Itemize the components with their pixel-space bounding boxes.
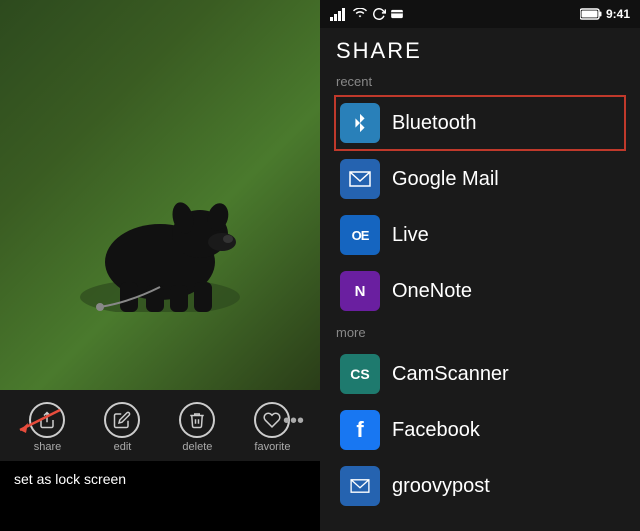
bluetooth-item[interactable]: Bluetooth (334, 95, 626, 151)
delete-label: delete (182, 441, 212, 453)
card-icon (390, 7, 404, 21)
facebook-label: Facebook (392, 419, 480, 442)
googlemail-icon (340, 159, 380, 199)
edit-label: edit (114, 441, 132, 453)
signal-icon (330, 7, 348, 21)
share-title: SHARE (336, 38, 624, 64)
camscanner-label: CamScanner (392, 363, 509, 386)
edit-button[interactable]: edit (104, 402, 140, 453)
status-left (330, 7, 404, 21)
delete-button[interactable]: delete (179, 402, 215, 453)
edit-icon (104, 402, 140, 438)
photo-area (0, 0, 320, 390)
onenote-label: OneNote (392, 280, 472, 303)
photo-background (0, 0, 320, 390)
section-more-label: more (336, 325, 624, 340)
bluetooth-label: Bluetooth (392, 112, 477, 135)
live-label: Live (392, 224, 429, 247)
battery-icon (580, 8, 602, 20)
status-time: 9:41 (606, 7, 630, 21)
live-icon: OE (340, 215, 380, 255)
groovypost-item[interactable]: groovypost (336, 458, 624, 514)
onenote-icon: N (340, 271, 380, 311)
arrow-annotation (10, 405, 70, 450)
facebook-item[interactable]: f Facebook (336, 402, 624, 458)
left-panel: share edit (0, 0, 320, 531)
live-item[interactable]: OE Live (336, 207, 624, 263)
right-panel: 9:41 SHARE recent Bluetooth Google Mai (320, 0, 640, 531)
onenote-item[interactable]: N OneNote (336, 263, 624, 319)
share-panel: SHARE recent Bluetooth Google Mail (320, 28, 640, 531)
dog-image (70, 152, 250, 312)
sync-icon (372, 7, 386, 21)
googlemail-label: Google Mail (392, 168, 499, 191)
bluetooth-icon (340, 103, 380, 143)
camscanner-item[interactable]: CS CamScanner (336, 346, 624, 402)
facebook-icon: f (340, 410, 380, 450)
more-button[interactable]: ••• (275, 402, 312, 441)
lock-screen-text: set as lock screen (0, 463, 320, 495)
googlemail-item[interactable]: Google Mail (336, 151, 624, 207)
status-right: 9:41 (580, 7, 630, 21)
section-recent-label: recent (336, 74, 624, 89)
wifi-icon (352, 8, 368, 20)
favorite-label: favorite (254, 441, 290, 453)
groovypost-icon (340, 466, 380, 506)
delete-icon (179, 402, 215, 438)
groovypost-label: groovypost (392, 475, 490, 498)
camscanner-icon: CS (340, 354, 380, 394)
status-bar: 9:41 (320, 0, 640, 28)
